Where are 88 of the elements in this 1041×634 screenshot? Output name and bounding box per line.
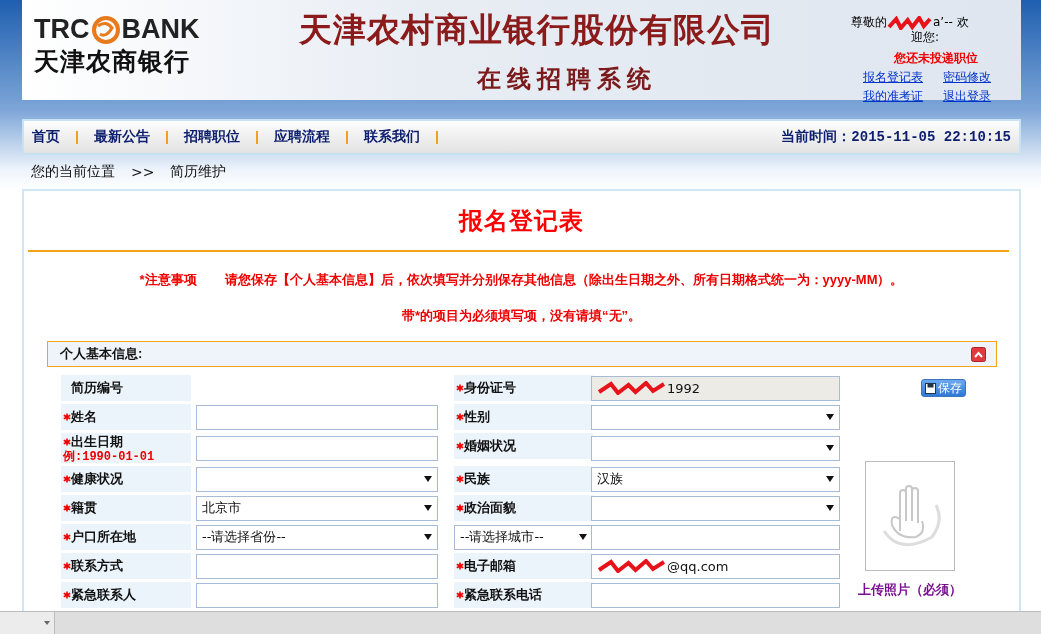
- notice-text: 带*的项目为必须填写项，没有请填“无”。: [401, 307, 642, 325]
- field-label: 紧急联系人: [71, 586, 136, 604]
- nav-link[interactable]: 应聘流程: [274, 128, 330, 146]
- dropdown-arrow-icon: [424, 505, 432, 511]
- text-field[interactable]: 1992: [591, 375, 840, 401]
- required-icon: [456, 442, 464, 450]
- field-label: 政治面貌: [464, 499, 516, 517]
- dropdown-field[interactable]: 汉族: [591, 466, 840, 492]
- dropdown-field[interactable]: 北京市: [196, 495, 438, 521]
- nav-link[interactable]: 首页: [32, 128, 60, 146]
- user-link[interactable]: 密码修改: [943, 69, 991, 86]
- field-label: 紧急联系电话: [464, 586, 542, 604]
- required-icon: [63, 413, 71, 421]
- redaction-scribble: [597, 559, 667, 573]
- required-icon: [456, 504, 464, 512]
- dropdown-field[interactable]: --请选择城市--: [454, 524, 593, 550]
- required-icon: [63, 533, 71, 541]
- system-subtitle: 在线招聘系统: [476, 63, 657, 95]
- dropdown-field[interactable]: [591, 435, 840, 461]
- required-icon: [63, 475, 71, 483]
- field-label: 性别: [464, 408, 490, 426]
- notice-text: 请您保存【个人基本信息】后，依次填写并分别保存其他信息（除出生日期之外、所有日期格式统一为：yyyy-MM）。: [224, 271, 904, 289]
- dropdown-arrow-icon: [424, 534, 432, 540]
- field-label: 健康状况: [71, 470, 123, 488]
- text-field[interactable]: [196, 404, 438, 430]
- user-link[interactable]: 退出登录: [943, 88, 991, 105]
- user-link[interactable]: 我的准考证: [863, 88, 923, 105]
- required-icon: [456, 591, 464, 599]
- dropdown-field[interactable]: [591, 495, 840, 521]
- dropdown-arrow-icon: [826, 476, 834, 482]
- form-title: 报名登记表: [459, 207, 584, 236]
- field-label: 籍贯: [71, 499, 97, 517]
- breadcrumb-separator: >>: [131, 164, 155, 180]
- notice-title: *注意事项: [139, 271, 197, 289]
- dropdown-arrow-icon: [826, 445, 834, 451]
- logo-text: TRC: [34, 14, 90, 45]
- field-label: 电子邮箱: [464, 557, 516, 575]
- text-field[interactable]: [196, 435, 438, 461]
- dropdown-arrow-icon: [579, 534, 587, 540]
- dropdown-arrow-icon: [424, 476, 432, 482]
- greeting-text: 尊敬的: [851, 14, 887, 31]
- field-label: 民族: [464, 470, 490, 488]
- required-icon: [456, 475, 464, 483]
- logo-text: BANK: [121, 14, 200, 45]
- application-status: 您还未投递职位: [893, 50, 979, 67]
- required-icon: [63, 562, 71, 570]
- swirl-logo-icon: [91, 15, 120, 44]
- field-label: 婚姻状况: [464, 437, 516, 455]
- field-label: 户口所在地: [71, 528, 136, 546]
- field-label: 出生日期: [71, 432, 123, 450]
- section-title: 个人基本信息:: [60, 345, 143, 363]
- required-icon: [63, 591, 71, 599]
- field-label: 姓名: [71, 408, 97, 426]
- dropdown-field[interactable]: --请选择省份--: [196, 524, 438, 550]
- dropdown-arrow-icon: [826, 414, 834, 420]
- nav-link[interactable]: 联系我们: [364, 128, 420, 146]
- company-title: 天津农村商业银行股份有限公司: [298, 9, 775, 51]
- text-field[interactable]: [591, 524, 840, 550]
- dropdown-field[interactable]: [196, 466, 438, 492]
- text-field[interactable]: [196, 582, 438, 608]
- required-icon: [456, 384, 464, 392]
- text-field[interactable]: [196, 553, 438, 579]
- current-time: 当前时间：2015-11-05 22:10:15: [781, 128, 1011, 146]
- dropdown-arrow-icon: [44, 621, 50, 625]
- breadcrumb-current: 简历维护: [170, 163, 227, 181]
- field-label: 身份证号: [464, 379, 516, 397]
- text-field[interactable]: [591, 582, 840, 608]
- nav-link[interactable]: 最新公告: [94, 128, 150, 146]
- required-icon: [63, 437, 71, 446]
- text-field[interactable]: @qq.com: [591, 553, 840, 579]
- redaction-scribble: [597, 381, 667, 395]
- logo-subtitle: 天津农商银行: [34, 46, 190, 77]
- required-icon: [456, 413, 464, 421]
- greeting-text: a’-- 欢: [933, 14, 969, 31]
- field-label: 联系方式: [71, 557, 123, 575]
- dropdown-field[interactable]: [591, 404, 840, 430]
- redaction-scribble: [887, 15, 933, 30]
- breadcrumb-label: 您的当前位置: [31, 163, 115, 181]
- required-icon: [456, 562, 464, 570]
- photo-placeholder[interactable]: [865, 461, 955, 571]
- field-label: 简历编号: [71, 379, 123, 397]
- required-icon: [63, 504, 71, 512]
- user-link[interactable]: 报名登记表: [863, 69, 923, 86]
- upload-photo-label[interactable]: 上传照片（必须）: [858, 581, 962, 599]
- dropdown-arrow-icon: [826, 505, 834, 511]
- greeting-text: 迎您:: [911, 30, 940, 44]
- nav-link[interactable]: 招聘职位: [184, 128, 240, 146]
- field-hint: 例:1990-01-01: [63, 450, 155, 464]
